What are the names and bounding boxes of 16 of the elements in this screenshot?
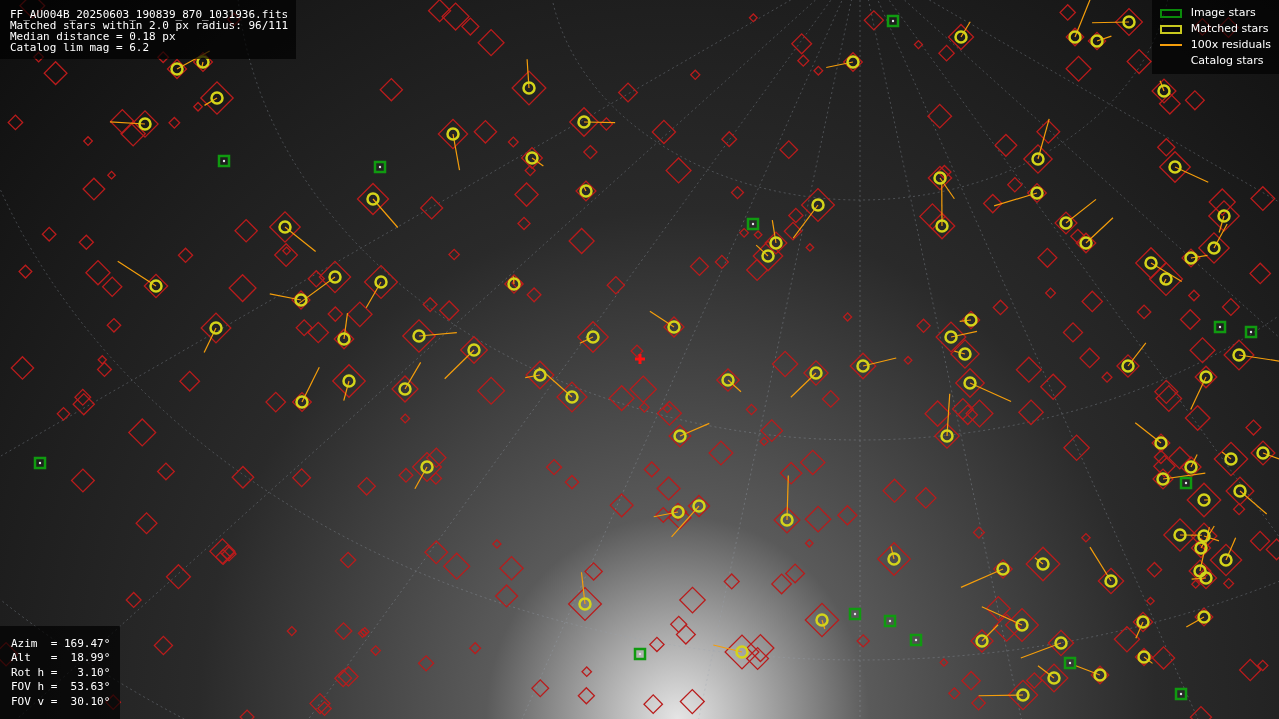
parameter-text: Azim = 169.47°: [11, 636, 111, 651]
legend-label: Catalog stars: [1190, 52, 1264, 69]
info-text: Catalog lim mag = 6.2: [10, 42, 151, 53]
legend-label: Image stars: [1190, 4, 1256, 21]
parameter-text: FOV h = 53.63°: [11, 680, 111, 695]
info-text: Median distance = 0.18 px: [10, 31, 176, 42]
residual-line-swatch: [1159, 44, 1182, 46]
parameter-text: FOV v = 30.10°: [11, 694, 111, 709]
parameter-text: Alt = 18.99°: [11, 651, 111, 666]
legend-label: Matched stars: [1190, 20, 1269, 37]
info-text: FF_AU004B_20250603_190839_870_1031936.fits: [10, 9, 289, 20]
matched-star-swatch: [1159, 24, 1182, 34]
info-text: Matched stars within 2.0 px radius: 96/111: [10, 20, 289, 31]
image-star-swatch: [1159, 8, 1182, 18]
parameter-text: Rot h = 3.10°: [11, 665, 111, 680]
legend-label: 100x residuals: [1190, 36, 1271, 53]
